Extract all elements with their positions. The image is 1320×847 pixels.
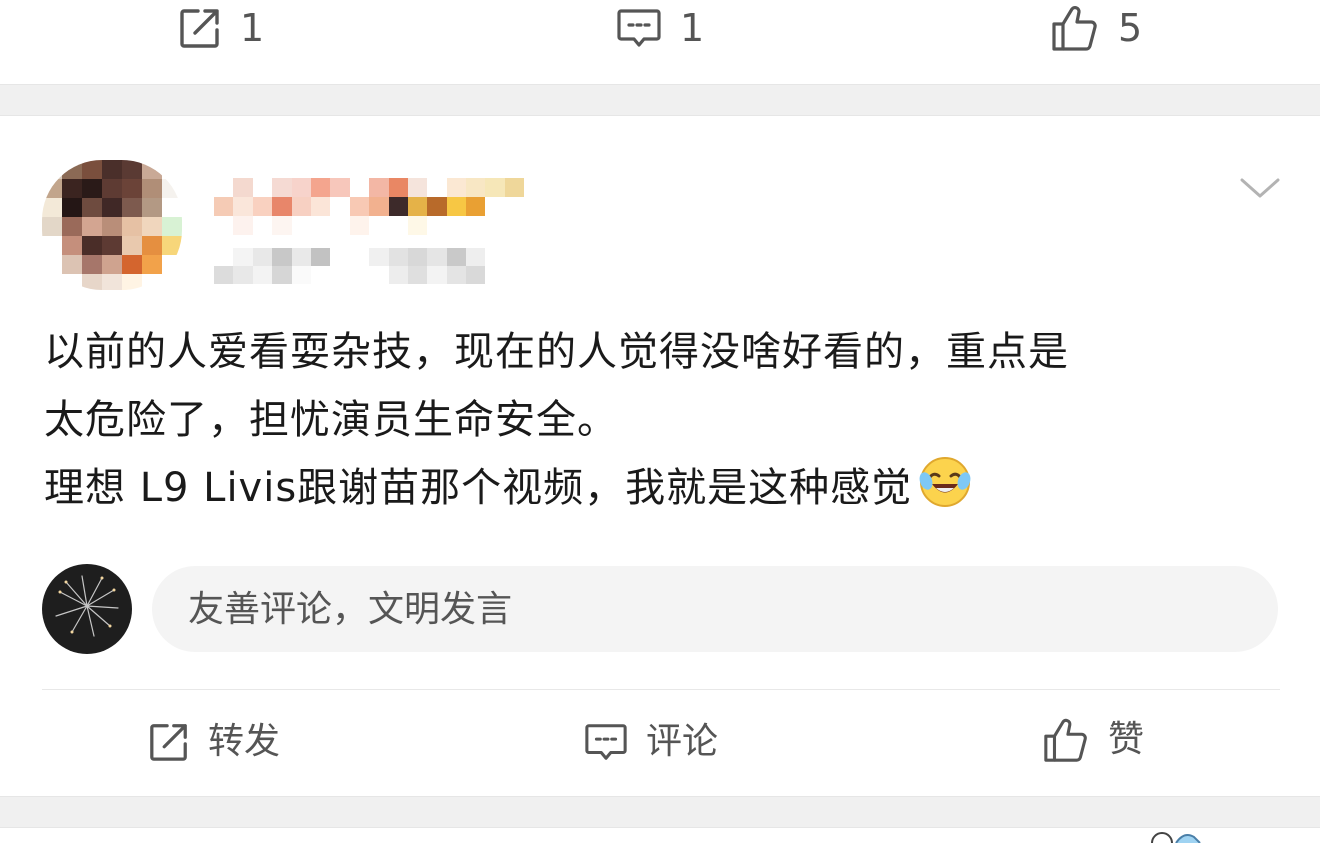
current-user-avatar[interactable] (42, 564, 132, 654)
like-action[interactable]: 赞 (1042, 712, 1144, 768)
post-line-3-text: 理想 L9 Livis跟谢苗那个视频，我就是这种感觉 (44, 465, 913, 511)
post-action-bar: 转发 评论 赞 (0, 700, 1320, 796)
repost-action[interactable]: 转发 (148, 714, 280, 770)
comment-bubble-icon (616, 5, 662, 51)
comment-bubble-icon (584, 720, 628, 764)
actions-divider (42, 689, 1280, 690)
thumbs-up-icon (1050, 3, 1100, 53)
author-name-pixelated[interactable] (214, 178, 525, 236)
repost-count: 1 (240, 6, 265, 50)
post-separator-bottom (0, 796, 1320, 828)
laugh-cry-emoji-icon (918, 455, 972, 530)
comment-button[interactable]: 1 (616, 0, 704, 56)
post-separator (0, 84, 1320, 116)
post-line-2: 太危险了，担忧演员生命安全。 (44, 397, 618, 443)
next-post-emoji-icon (1150, 828, 1210, 847)
previous-post-action-bar: 1 1 5 (0, 0, 1320, 84)
share-square-icon (178, 6, 222, 50)
like-count: 5 (1118, 6, 1143, 50)
post-content: 以前的人爱看耍杂技，现在的人觉得没啥好看的，重点是 太危险了，担忧演员生命安全。… (44, 318, 1284, 530)
next-post-sliver (0, 828, 1320, 840)
post-line-1: 以前的人爱看耍杂技，现在的人觉得没啥好看的，重点是 (44, 329, 1069, 375)
more-options-button[interactable] (1238, 172, 1282, 206)
fireworks-avatar-image (42, 564, 132, 654)
comment-input[interactable] (152, 566, 1278, 652)
like-button[interactable]: 5 (1050, 0, 1142, 56)
comment-label: 评论 (646, 721, 719, 762)
repost-button[interactable]: 1 (178, 0, 264, 56)
comment-action[interactable]: 评论 (584, 714, 718, 770)
avatar-pixelation (42, 160, 182, 290)
like-label: 赞 (1108, 719, 1145, 760)
author-avatar[interactable] (42, 160, 182, 290)
repost-label: 转发 (208, 721, 281, 762)
share-square-icon (148, 721, 190, 763)
thumbs-up-icon (1042, 716, 1090, 764)
post-meta-pixelated (214, 248, 505, 284)
chevron-down-icon (1238, 178, 1282, 206)
post-line-3: 理想 L9 Livis跟谢苗那个视频，我就是这种感觉 (44, 454, 1284, 530)
comment-count: 1 (680, 6, 705, 50)
